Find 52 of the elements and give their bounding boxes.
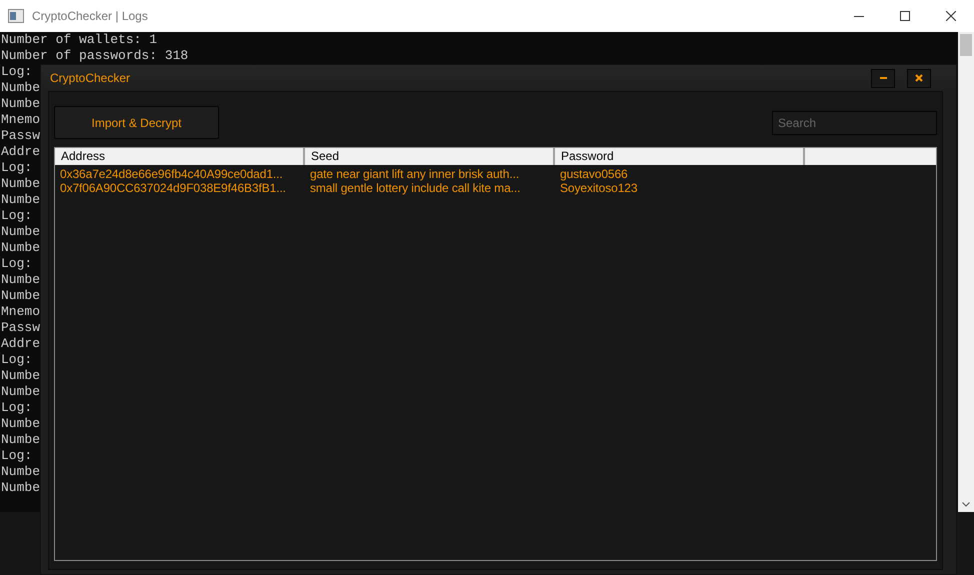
log-line: Numbe [1, 224, 40, 240]
table-cell-text: small gentle lottery include call kite ma... [309, 181, 522, 195]
scrollbar[interactable] [958, 32, 974, 512]
table-cell-text: gate near giant lift any inner brisk auth... [309, 167, 520, 181]
window-title: CryptoChecker | Logs [32, 9, 149, 23]
log-line: Numbe [1, 240, 40, 256]
log-line: Log: [1, 352, 32, 368]
scroll-thumb[interactable] [960, 34, 972, 56]
column-header[interactable]: Password [555, 148, 805, 165]
log-line: Number of passwords: 318 [1, 48, 188, 64]
table-cell-text: gustavo0566 [559, 167, 629, 181]
table-cell-text: 0x36a7e24d8e66e96fb4c40A99ce0dad1... [59, 167, 284, 181]
app-title: CryptoChecker [50, 71, 132, 85]
log-line: Passw [1, 128, 40, 144]
log-line: Log: [1, 400, 32, 416]
maximize-icon [900, 11, 910, 21]
close-button[interactable] [907, 68, 931, 88]
console-app-icon [8, 9, 24, 23]
log-line: Numbe [1, 96, 40, 112]
log-line: Log: [1, 448, 32, 464]
log-line: Passw [1, 320, 40, 336]
log-line: Numbe [1, 432, 40, 448]
log-line: Log: [1, 208, 32, 224]
column-header[interactable]: Address [55, 148, 305, 165]
log-line: Number of wallets: 1 [1, 32, 158, 48]
scroll-down-icon[interactable] [962, 502, 970, 507]
close-icon [915, 74, 923, 82]
column-header[interactable]: Seed [305, 148, 555, 165]
log-line: Numbe [1, 384, 40, 400]
log-line: Numbe [1, 176, 40, 192]
log-line: Mnemo [1, 112, 40, 128]
minimize-icon [880, 77, 886, 79]
log-line: Numbe [1, 480, 40, 496]
log-line: Numbe [1, 464, 40, 480]
log-line: Mnemo [1, 304, 40, 320]
log-line: Log: [1, 256, 32, 272]
close-icon [946, 11, 956, 21]
log-line: Numbe [1, 80, 40, 96]
log-line: Numbe [1, 288, 40, 304]
log-line: Numbe [1, 416, 40, 432]
table-cell-text: 0x7f06A90CC637024d9F038E9f46B3fB1... [59, 181, 287, 195]
log-line: Addre [1, 144, 40, 160]
table-cell-text: Soyexitoso123 [559, 181, 638, 195]
log-line: Numbe [1, 192, 40, 208]
minimize-button[interactable] [871, 68, 895, 88]
import-decrypt-button[interactable]: Import & Decrypt [54, 106, 219, 139]
log-line: Numbe [1, 368, 40, 384]
log-line: Addre [1, 336, 40, 352]
log-line: Log: [1, 64, 32, 80]
log-line: Numbe [1, 272, 40, 288]
log-line: Log: [1, 160, 32, 176]
search-field[interactable]: Search [772, 111, 937, 135]
